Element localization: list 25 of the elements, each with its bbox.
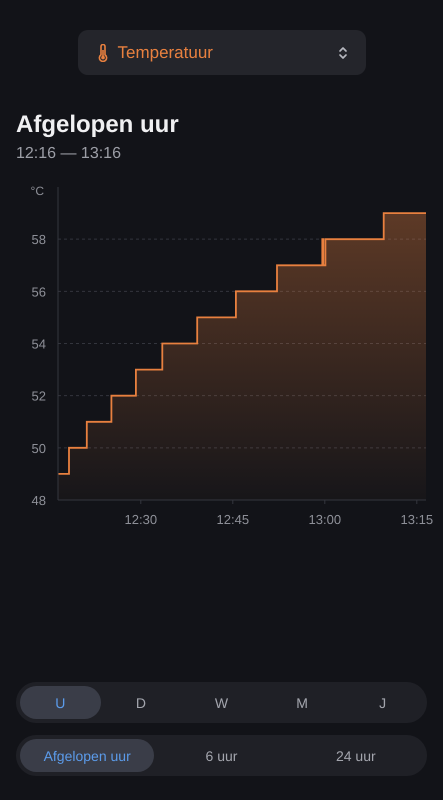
y-tick-label: 56 <box>32 284 46 300</box>
x-tick-label: 13:15 <box>400 512 434 527</box>
y-tick-label: 50 <box>32 440 46 456</box>
chart-title: Afgelopen uur <box>16 111 180 139</box>
chevron-updown-icon <box>338 46 348 60</box>
y-tick-label: 58 <box>32 232 46 248</box>
y-tick-label: 52 <box>32 388 46 404</box>
period-tab[interactable]: U <box>20 686 101 719</box>
x-tick-label: 12:45 <box>216 512 250 527</box>
period-tab[interactable]: W <box>181 686 262 719</box>
y-tick-label: 54 <box>32 336 46 352</box>
x-tick-label: 13:00 <box>308 512 342 527</box>
selector-label: Temperatuur <box>118 42 214 62</box>
range-tab[interactable]: Afgelopen uur <box>20 739 154 772</box>
range-tab[interactable]: 24 uur <box>288 739 423 772</box>
time-range: 12:16 — 13:16 <box>16 145 122 163</box>
x-tick-label: 12:30 <box>124 512 158 527</box>
thermometer-icon <box>98 44 108 62</box>
metric-selector[interactable]: Temperatuur <box>78 30 366 75</box>
period-tab[interactable]: M <box>262 686 342 719</box>
y-axis-unit: °C <box>30 184 44 198</box>
y-tick-label: 48 <box>32 493 46 508</box>
period-tab[interactable]: D <box>100 686 182 719</box>
range-tab[interactable]: 6 uur <box>154 739 289 772</box>
period-tab[interactable]: J <box>342 686 423 719</box>
